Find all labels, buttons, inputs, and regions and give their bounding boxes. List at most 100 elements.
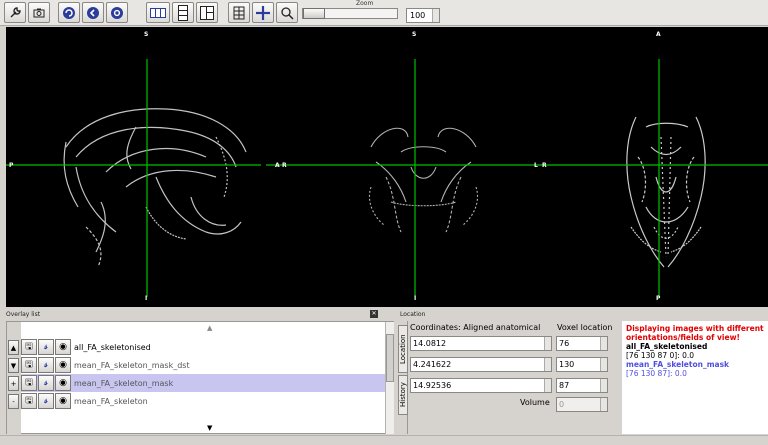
location-tabs: Location History [398,321,408,434]
overlay-row-selected[interactable]: 🖫 𝓈 ◉ mean_FA_skeleton_mask [21,374,385,392]
movie-icon[interactable] [228,2,250,23]
ortho-views-svg [6,59,768,297]
eye-icon[interactable]: ◉ [55,375,71,391]
voxel-y-field[interactable]: 130 [556,357,608,372]
voxel-z-value: 87 [559,381,570,390]
ortho-toolbar: Zoom 100 [0,0,768,26]
coord-z-field[interactable]: 14.92536 [410,378,552,393]
save-icon[interactable]: 🖫 [21,339,37,355]
volume-label: Volume [520,398,550,407]
overlay-row[interactable]: 🖫 𝓈 ◉ mean_FA_skeleton_mask_dst [21,356,385,374]
axial-view [626,116,706,268]
tab-history[interactable]: History [398,375,408,415]
coord-x-field[interactable]: 14.0812 [410,336,552,351]
single-view-icon[interactable] [146,2,170,23]
orientation-label-cor-bottom: I [414,295,417,302]
tab-location[interactable]: Location [398,325,408,373]
orientation-label-sag-right: A [275,162,280,169]
overlay-list-scrollbar[interactable] [385,322,394,434]
orientation-label-cor-top: S [412,31,417,38]
ortho-view-icon[interactable] [196,2,218,23]
link-icon[interactable]: 𝓈 [38,375,54,391]
link-left-icon[interactable] [82,2,104,23]
location-title: Location [400,311,426,318]
overlay-row[interactable]: 🖫 𝓈 ◉ all_FA_skeletonised [21,338,385,356]
link-rotate-icon[interactable] [58,2,80,23]
orientation-warning: Displaying images with different orienta… [626,324,764,342]
crosshair-icon[interactable] [252,2,274,23]
orientation-label-cor-left: R [282,162,287,169]
triple-view-icon[interactable] [172,2,194,23]
coord-x-value: 14.0812 [413,339,447,348]
eye-icon[interactable]: ◉ [55,357,71,373]
link-icon[interactable]: 𝓈 [38,393,54,409]
save-icon[interactable]: 🖫 [21,393,37,409]
spin-arrows[interactable] [544,358,551,371]
overlay-list-title: Overlay list [6,311,41,318]
orientation-label-cor-right: L [534,162,538,169]
camera-icon[interactable] [28,2,50,23]
scrollbar-thumb[interactable] [386,334,394,382]
spin-arrows[interactable] [600,379,607,392]
location-info: Displaying images with different orienta… [622,321,768,434]
sagittal-view [63,108,247,268]
spin-arrows[interactable] [544,337,551,350]
voxel-z-field[interactable]: 87 [556,378,608,393]
coronal-view [368,127,479,233]
spin-arrows[interactable] [600,358,607,371]
overlay2-value: [76 130 87]: 0.0 [626,369,687,378]
wrench-icon[interactable] [4,2,26,23]
overlay1-value: [76 130 87 0]: 0.0 [626,351,695,360]
move-up-button[interactable]: ▲ [8,340,19,355]
eye-icon[interactable]: ◉ [55,339,71,355]
overlay1-name: all_FA_skeletonised [626,342,708,351]
zoom-label: Zoom [356,0,374,7]
coord-y-field[interactable]: 4.241622 [410,357,552,372]
magnifier-icon[interactable] [276,2,298,23]
add-overlay-button[interactable]: + [8,376,19,391]
save-icon[interactable]: 🖫 [21,357,37,373]
overlay2-name: mean_FA_skeleton_mask [626,360,730,369]
voxel-y-value: 130 [559,360,575,369]
orientation-label-sag-bottom: I [145,295,148,302]
orientation-label-ax-left: R [542,162,547,169]
spin-arrows[interactable] [544,379,551,392]
spin-arrows[interactable] [600,398,607,411]
move-down-button[interactable]: ▼ [8,358,19,373]
eye-icon[interactable]: ◉ [55,393,71,409]
overlay-row[interactable]: 🖫 𝓈 ◉ mean_FA_skeleton [21,392,385,410]
zoom-value: 100 [410,11,426,20]
remove-overlay-button[interactable]: - [8,394,19,409]
voxel-header: Voxel location [557,323,613,332]
coord-z-value: 14.92536 [413,381,452,390]
link-icon[interactable]: 𝓈 [38,357,54,373]
orientation-label-sag-top: S [144,31,149,38]
overlay-move-buttons: ▲ ▼ + - [7,322,21,435]
list-scroll-up-icon[interactable]: ▲ [207,324,212,332]
overlay-name: mean_FA_skeleton_mask [74,378,174,388]
ortho-canvas[interactable]: S I P A S I R L A P R [6,27,768,307]
coords-header: Coordinates: Aligned anatomical [410,323,541,332]
spin-arrows[interactable] [600,337,607,350]
volume-field[interactable]: 0 [556,397,608,412]
overlay-list-panel: Overlay list ✕ ▲ ▼ + - ▲ 🖫 𝓈 ◉ all_FA_sk… [6,310,394,435]
zoom-slider[interactable] [302,8,398,19]
voxel-x-field[interactable]: 76 [556,336,608,351]
overlay-list: ▲ ▼ + - ▲ 🖫 𝓈 ◉ all_FA_skeletonised 🖫 𝓈 … [6,321,394,435]
coord-y-value: 4.241622 [413,360,452,369]
close-icon[interactable]: ✕ [370,310,378,318]
link-center-icon[interactable] [106,2,128,23]
voxel-x-value: 76 [559,339,570,348]
location-body: Coordinates: Aligned anatomical Voxel lo… [410,321,620,434]
zoom-slider-thumb[interactable] [303,8,325,19]
zoom-spin-arrows[interactable] [432,9,439,22]
overlay-name: mean_FA_skeleton [74,396,148,406]
zoom-spinbox[interactable]: 100 [406,8,440,23]
overlay-name: mean_FA_skeleton_mask_dst [74,360,190,370]
orientation-label-ax-top: A [656,31,661,38]
save-icon[interactable]: 🖫 [21,375,37,391]
link-icon[interactable]: 𝓈 [38,339,54,355]
list-scroll-down-icon[interactable]: ▼ [207,424,212,432]
orientation-label-ax-bottom: P [656,295,661,302]
fsleyes-window: Zoom 100 S I P A S I R L A P R Overlay l… [0,0,768,445]
